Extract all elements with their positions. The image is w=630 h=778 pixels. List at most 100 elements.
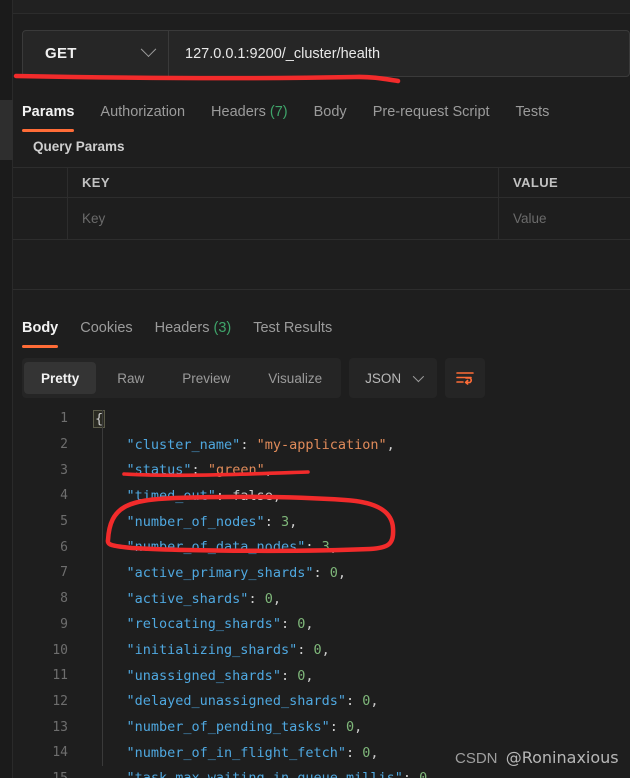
line-number: 14 [52,745,68,761]
code-line-content: "delayed_unassigned_shards": 0, [126,693,379,710]
line-number: 10 [52,642,68,658]
code-line: 1{ [13,406,630,432]
view-mode-segmented-control: Pretty Raw Preview Visualize [22,358,342,398]
tab-label: Cookies [80,319,133,336]
code-line: 10 "initializing_shards": 0, [13,637,630,663]
response-body-code[interactable]: 1{2 "cluster_name": "my-application", 3 "… [13,406,630,778]
tab-pre-request-script[interactable]: Pre-request Script [373,104,490,123]
json-key: "number_of_in_flight_fetch" [126,744,346,761]
top-strip [13,0,630,14]
table-header-row: KEY VALUE [13,167,630,198]
tab-label: Headers [154,319,210,336]
http-method-label: GET [45,45,77,62]
json-key: "task_max_waiting_in_queue_millis" [127,770,403,778]
code-line: 4 "timed_out": false, [13,483,630,509]
response-tab-bar: Body Cookies Headers (3) Test Results [22,313,630,348]
left-rail [0,0,13,778]
json-key: "number_of_nodes" [126,513,265,530]
json-value: "green" [207,462,265,479]
tab-tests[interactable]: Tests [516,104,550,123]
code-line-content: "number_of_nodes": 3, [126,513,298,530]
code-line-content: "number_of_pending_tasks": 0, [126,719,363,736]
checkbox-column-header [13,168,68,197]
url-input[interactable]: 127.0.0.1:9200/_cluster/health [169,31,629,76]
format-dropdown[interactable]: JSON [349,358,438,398]
line-number: 13 [52,719,68,735]
sidebar-scroll-thumb[interactable] [0,100,13,160]
json-key: "unassigned_shards" [126,667,281,684]
watermark-handle-text: @Roninaxious [505,748,619,767]
code-line-content: "status": "green", [126,462,273,479]
resp-tab-test-results[interactable]: Test Results [253,320,332,339]
word-wrap-button[interactable] [445,358,486,398]
chevron-down-icon [412,370,425,383]
http-method-dropdown[interactable]: GET [23,31,169,76]
tab-authorization[interactable]: Authorization [100,104,185,123]
json-key: "status" [126,462,192,479]
url-text: 127.0.0.1:9200/_cluster/health [185,45,381,62]
code-line: 11 "unassigned_shards": 0, [13,663,630,689]
view-mode-pretty[interactable]: Pretty [24,362,97,394]
resp-tab-cookies[interactable]: Cookies [80,320,132,339]
tab-headers[interactable]: Headers (7) [211,104,288,123]
response-body-toolbar: Pretty Raw Preview Visualize JSON [22,358,486,398]
code-line: 12 "delayed_unassigned_shards": 0, [13,689,630,715]
resp-tab-body[interactable]: Body [22,319,59,348]
tab-params[interactable]: Params [22,103,75,132]
line-number: 5 [60,514,68,530]
json-value: "my-application" [256,436,387,453]
line-number: 6 [60,539,68,555]
code-line-content: "number_of_data_nodes": 3, [126,539,338,556]
view-mode-raw[interactable]: Raw [100,362,161,394]
tab-label: Body [313,103,347,120]
code-line: 2 "cluster_name": "my-application", [13,432,630,458]
request-tab-bar: Params Authorization Headers (7) Body Pre-re… [22,93,630,133]
json-key: "active_primary_shards" [126,564,314,581]
query-params-table: KEY VALUE Key Value [13,167,630,240]
tab-label: Body [22,319,59,336]
tab-body[interactable]: Body [314,104,347,123]
word-wrap-icon [456,372,474,385]
url-bar-row: GET 127.0.0.1:9200/_cluster/health [22,30,630,77]
row-checkbox-cell[interactable] [13,198,68,239]
key-column-header: KEY [68,168,499,197]
line-number: 2 [60,437,68,453]
json-value: 3 [280,513,290,530]
tab-label: Params [22,103,75,120]
code-line-content: "active_primary_shards": 0, [126,564,346,581]
value-column-header: VALUE [499,168,630,197]
value-header-label: VALUE [513,175,559,190]
code-line-content: "timed_out": false, [126,487,281,504]
key-input-cell[interactable]: Key [68,198,499,239]
watermark-handle: CSDN @Roninaxious [455,748,619,767]
tab-label: Test Results [253,319,333,336]
json-value: 0 [264,590,273,607]
line-number: 12 [52,693,68,709]
resp-tab-headers[interactable]: Headers (3) [155,320,232,339]
json-value: 3 [321,539,330,556]
json-value: 0 [329,564,338,581]
view-mode-preview[interactable]: Preview [165,362,247,394]
format-label: JSON [365,370,402,386]
json-key: "number_of_data_nodes" [126,539,306,556]
line-number: 3 [60,462,68,478]
code-line-content: "cluster_name": "my-application", [126,436,395,453]
gutter-divider [102,410,103,766]
table-row[interactable]: Key Value [13,198,630,240]
json-value: false [232,487,273,504]
chevron-down-icon [140,41,157,58]
code-line-content: "active_shards": 0, [126,590,281,607]
code-line-content: "number_of_in_flight_fetch": 0, [126,744,379,761]
json-value: 0 [345,719,355,736]
json-key: "number_of_pending_tasks" [126,719,330,736]
key-header-label: KEY [82,175,110,190]
line-number: 9 [60,616,68,632]
tab-label: Tests [515,103,550,120]
json-key: "delayed_unassigned_shards" [126,693,346,710]
json-value: 0 [313,642,322,659]
value-input-cell[interactable]: Value [499,198,630,239]
json-key: "relocating_shards" [126,616,281,633]
code-lines: 1{2 "cluster_name": "my-application", 3 "… [13,406,630,778]
view-mode-visualize[interactable]: Visualize [251,362,339,394]
json-key: "cluster_name" [126,436,241,453]
